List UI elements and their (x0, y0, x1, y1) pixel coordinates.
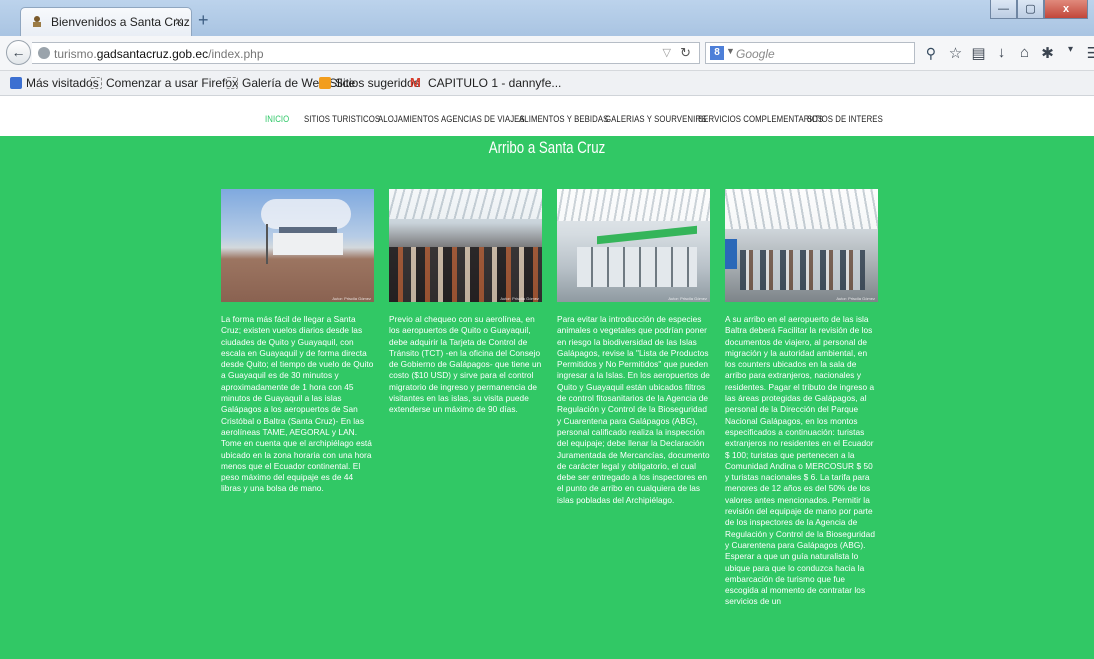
globe-icon (38, 47, 50, 59)
bookmark-sitios-sugeridos[interactable]: Sitios sugeridos (319, 76, 420, 90)
nav-sitios-turisticos[interactable]: SITIOS TURISTICOS (304, 114, 380, 125)
card-biosecurity: Autor: Priscila Gómez Para evitar la int… (557, 189, 710, 506)
nav-servicios-complementarios[interactable]: SERVICIOS COMPLEMENTARIOS (698, 114, 823, 125)
bookmark-label: Comenzar a usar Firefox (106, 76, 239, 90)
reading-list-icon[interactable]: ▤ (967, 44, 990, 62)
photo-caption: Autor: Priscila Gómez (500, 296, 539, 301)
card-flights: Autor: Priscila Gómez La forma más fácil… (221, 189, 374, 495)
arrival-section: Arribo a Santa Cruz Autor: Priscila Góme… (0, 136, 1094, 659)
photo-caption: Autor: Priscila Gómez (668, 296, 707, 301)
nav-sitios-de-interes[interactable]: SITIOS DE INTERES (807, 114, 883, 125)
reload-icon[interactable]: ↻ (680, 45, 691, 61)
tab-close-icon[interactable]: × (175, 13, 183, 29)
url-text: turismo.gadsantacruz.gob.ec/index.php (54, 47, 264, 61)
search-engine-dropdown-icon[interactable]: ▼ (726, 46, 735, 56)
back-button[interactable]: ← (6, 40, 31, 65)
checkin-crowd-photo: Autor: Priscila Gómez (389, 189, 542, 302)
card-text: A su arribo en el aeropuerto de las isla… (725, 314, 876, 607)
maximize-button[interactable]: ▢ (1017, 0, 1044, 19)
bookmark-label: Más visitados (26, 76, 99, 90)
arrivals-hall-photo: Autor: Priscila Gómez (725, 189, 878, 302)
browser-titlebar: Bienvenidos a Santa Cruz × + — ▢ x (0, 0, 1094, 36)
toolbar-icons: ☆ ▤ ↓ ⌂ ✱ ▾ ☰ (944, 44, 1094, 62)
nav-alojamientos[interactable]: ALOJAMIENTOS (378, 114, 439, 125)
card-text: La forma más fácil de llegar a Santa Cru… (221, 314, 374, 494)
bookmarks-bar: Más visitados Comenzar a usar Firefox Ga… (0, 71, 1094, 96)
gmail-icon: M (410, 75, 421, 90)
bookmark-mas-visitados[interactable]: Más visitados (10, 76, 99, 90)
search-bar[interactable]: 8 ▼ Google ⚲ (705, 42, 936, 64)
window-controls: — ▢ x (990, 0, 1088, 20)
download-icon[interactable]: ↓ (990, 44, 1013, 62)
close-window-button[interactable]: x (1044, 0, 1088, 19)
search-engine-icon[interactable]: 8 (710, 46, 724, 60)
airport-exterior-photo: Autor: Priscila Gómez (221, 189, 374, 302)
web-page: INICIO SITIOS TURISTICOS ALOJAMIENTOS AG… (0, 96, 1094, 659)
suggested-sites-icon (319, 77, 331, 89)
photo-caption: Autor: Priscila Gómez (332, 296, 371, 301)
nav-galerias-y-sourvenirs[interactable]: GALERIAS Y SOURVENIRS (605, 114, 706, 125)
section-heading: Arribo a Santa Cruz (488, 138, 606, 157)
new-tab-button[interactable]: + (198, 10, 209, 31)
dropdown-icon[interactable]: ▾ (1059, 44, 1082, 62)
back-arrow-icon: ← (11, 44, 26, 60)
home-icon[interactable]: ⌂ (1013, 44, 1036, 62)
bookmark-folder-icon (10, 77, 22, 89)
history-dropdown-icon[interactable]: ▽ (663, 46, 671, 59)
nav-agencias-de-viajes[interactable]: AGENCIAS DE VIAJES (441, 114, 525, 125)
browser-tab[interactable]: Bienvenidos a Santa Cruz × (20, 7, 192, 36)
bookmark-label: CAPITULO 1 - dannyfe... (428, 76, 562, 90)
nav-inicio[interactable]: INICIO (265, 114, 289, 125)
bookmark-comenzar-firefox[interactable]: Comenzar a usar Firefox (90, 76, 238, 90)
bookmark-label: Sitios sugeridos (335, 76, 420, 90)
browser-navbar: ← turismo.gadsantacruz.gob.ec/index.php … (0, 36, 1094, 71)
minimize-button[interactable]: — (990, 0, 1017, 19)
card-transit-card: Autor: Priscila Gómez Previo al chequeo … (389, 189, 542, 416)
bookmark-page-icon (90, 77, 102, 89)
card-text: Previo al chequeo con su aerolínea, en l… (389, 314, 542, 415)
star-icon[interactable]: ☆ (944, 44, 967, 62)
search-placeholder: Google (736, 47, 775, 61)
photo-caption: Autor: Priscila Gómez (836, 296, 875, 301)
url-bar[interactable]: turismo.gadsantacruz.gob.ec/index.php ▽ … (32, 42, 700, 64)
site-navigation: INICIO SITIOS TURISTICOS ALOJAMIENTOS AG… (0, 96, 1094, 136)
search-icon[interactable]: ⚲ (926, 45, 936, 62)
inspection-counters-photo: Autor: Priscila Gómez (557, 189, 710, 302)
menu-icon[interactable]: ☰ (1082, 44, 1094, 62)
site-favicon-icon (33, 16, 41, 27)
bookmark-page-icon (226, 77, 238, 89)
bookmark-capitulo-1[interactable]: M CAPITULO 1 - dannyfe... (410, 76, 561, 90)
card-arrival-baltra: Autor: Priscila Gómez A su arribo en el … (725, 189, 878, 608)
card-text: Para evitar la introducción de especies … (557, 314, 710, 505)
nav-alimentos-y-bebidas[interactable]: ALIMENTOS Y BEBIDAS (519, 114, 608, 125)
puzzle-icon[interactable]: ✱ (1036, 44, 1059, 62)
tab-title: Bienvenidos a Santa Cruz (51, 15, 190, 29)
